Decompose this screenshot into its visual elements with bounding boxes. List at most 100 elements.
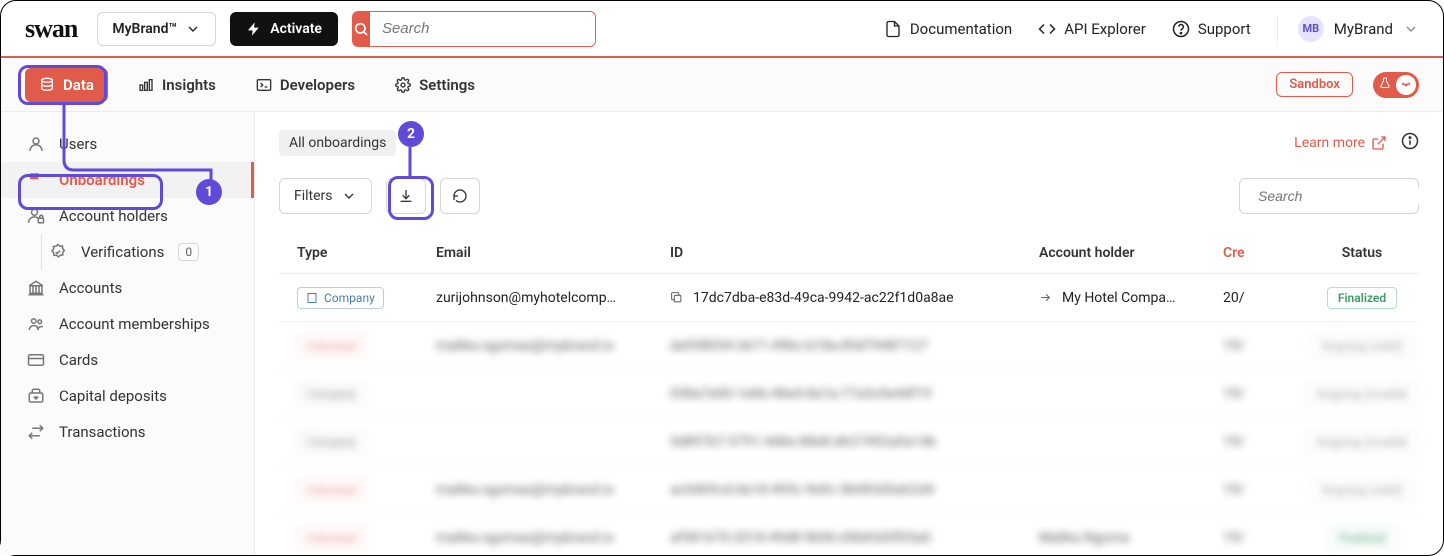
api-explorer-link[interactable]: API Explorer xyxy=(1032,20,1152,38)
tab-settings-label: Settings xyxy=(419,76,475,94)
bank-icon xyxy=(27,279,45,297)
chevron-down-icon xyxy=(1403,21,1419,37)
tab-insights-label: Insights xyxy=(162,76,216,94)
filters-button[interactable]: Filters xyxy=(279,178,372,214)
flask-icon xyxy=(1379,76,1391,93)
activate-button[interactable]: Activate xyxy=(230,12,338,46)
sandbox-label[interactable]: Sandbox xyxy=(1276,72,1353,97)
sandbox-toggle[interactable] xyxy=(1373,72,1419,98)
tab-settings[interactable]: Settings xyxy=(385,70,485,100)
tab-developers-label: Developers xyxy=(280,76,355,94)
sidebar-transactions-label: Transactions xyxy=(59,423,146,441)
status-pill: Finalized xyxy=(1327,287,1397,309)
id-value: 17dc7dba-e83d-49ca-9942-ac22f1d0a8ae xyxy=(693,290,954,306)
table-toolbar: Filters 15 xyxy=(279,178,1419,214)
activate-label: Activate xyxy=(270,21,322,37)
type-pill: Company xyxy=(297,287,384,309)
user-lock-icon xyxy=(27,207,45,225)
document-icon xyxy=(884,20,902,38)
brand-switcher[interactable]: MyBrand™ xyxy=(97,12,216,46)
gear-icon xyxy=(395,77,411,93)
top-header: swan MyBrand™ Activate Documentation API… xyxy=(1,1,1443,58)
table-row: Company 038a7e00-1e6b-48a4-8a7a-77a3c0e4… xyxy=(279,370,1419,418)
table-row: Company 5d897b7-5791-4d6e-88e8-d627492a0… xyxy=(279,418,1419,466)
sidebar-item-cards[interactable]: Cards xyxy=(1,342,254,378)
sidebar-item-accounts[interactable]: Accounts xyxy=(1,270,254,306)
users-icon xyxy=(27,315,45,333)
cell-id: 17dc7dba-e83d-49ca-9942-ac22f1d0a8ae xyxy=(670,290,1035,306)
verifications-count: 0 xyxy=(178,243,199,261)
tab-data-label: Data xyxy=(63,76,94,94)
header-divider xyxy=(1277,16,1278,42)
external-link-icon xyxy=(1371,135,1387,151)
main-content: All onboardings Learn more Filters xyxy=(255,112,1443,555)
sidebar-item-account-memberships[interactable]: Account memberships xyxy=(1,306,254,342)
sidebar-cards-label: Cards xyxy=(59,351,98,369)
table-search-input[interactable] xyxy=(1258,188,1440,204)
sidebar-verifications-label: Verifications xyxy=(81,243,164,261)
arrows-icon xyxy=(27,423,45,441)
type-pill: Individual xyxy=(297,335,366,357)
type-label: Company xyxy=(324,291,375,305)
table-row[interactable]: Company zurijohnson@myhotelcomp… 17dc7db… xyxy=(279,274,1419,322)
api-explorer-label: API Explorer xyxy=(1064,20,1146,38)
learn-more-link[interactable]: Learn more xyxy=(1294,135,1387,151)
onboardings-table: Type Email ID Account holder Cre Status … xyxy=(279,232,1419,555)
sidebar-users-label: Users xyxy=(59,135,97,153)
download-button[interactable] xyxy=(386,178,426,214)
badge-check-icon xyxy=(49,243,67,261)
page-title: All onboardings xyxy=(279,130,396,156)
documentation-label: Documentation xyxy=(910,20,1012,38)
sidebar-item-transactions[interactable]: Transactions xyxy=(1,414,254,450)
database-icon xyxy=(39,77,55,93)
global-search[interactable] xyxy=(352,11,596,47)
sidebar-item-capital-deposits[interactable]: Capital deposits xyxy=(1,378,254,414)
col-created[interactable]: Cre xyxy=(1223,245,1278,261)
user-name: MyBrand xyxy=(1334,20,1393,38)
refresh-button[interactable] xyxy=(440,178,480,214)
sidebar-accounts-label: Accounts xyxy=(59,279,122,297)
sidebar-item-verifications[interactable]: Verifications 0 xyxy=(1,234,254,270)
sidebar-item-onboardings[interactable]: Onboardings xyxy=(1,162,254,198)
documentation-link[interactable]: Documentation xyxy=(878,20,1018,38)
sidebar-capital-deposits-label: Capital deposits xyxy=(59,387,167,405)
user-menu[interactable]: MB MyBrand xyxy=(1298,16,1419,42)
cell-email: zurijohnson@myhotelcomp… xyxy=(436,290,666,306)
table-row: Individual malika.ngomas@mybrand.io da93… xyxy=(279,322,1419,370)
cell-created: 20/ xyxy=(1223,290,1278,306)
sidebar-item-account-holders[interactable]: Account holders xyxy=(1,198,254,234)
tab-data[interactable]: Data xyxy=(25,68,108,102)
tab-developers[interactable]: Developers xyxy=(246,70,365,100)
filters-label: Filters xyxy=(294,188,333,204)
copy-icon[interactable] xyxy=(670,291,683,304)
col-type[interactable]: Type xyxy=(297,245,432,261)
table-search[interactable]: 15 xyxy=(1239,178,1419,214)
download-icon xyxy=(398,188,414,204)
col-id[interactable]: ID xyxy=(670,245,1035,261)
support-link[interactable]: Support xyxy=(1166,20,1257,38)
col-account-holder[interactable]: Account holder xyxy=(1039,245,1219,261)
col-email[interactable]: Email xyxy=(436,245,666,261)
broadcast-icon xyxy=(1396,75,1416,95)
flag-icon xyxy=(27,171,45,189)
bolt-icon xyxy=(246,21,262,37)
table-row: Individual malika.ngomas@mybrand.io af58… xyxy=(279,514,1419,555)
chart-icon xyxy=(138,77,154,93)
table-row: Individual malika.ngomas@mybrand.io ac0d… xyxy=(279,466,1419,514)
refresh-icon xyxy=(452,188,468,204)
user-icon xyxy=(27,135,45,153)
global-search-input[interactable] xyxy=(370,12,595,46)
info-icon[interactable] xyxy=(1401,132,1419,154)
sidebar-memberships-label: Account memberships xyxy=(59,315,210,333)
swan-logo: swan xyxy=(25,14,77,44)
col-status[interactable]: Status xyxy=(1282,245,1442,261)
brand-label: MyBrand™ xyxy=(112,21,177,37)
code-icon xyxy=(1038,20,1056,38)
chevron-down-icon xyxy=(185,21,201,37)
avatar: MB xyxy=(1298,16,1324,42)
tab-insights[interactable]: Insights xyxy=(128,70,226,100)
table-header: Type Email ID Account holder Cre Status xyxy=(279,232,1419,274)
sidebar-item-users[interactable]: Users xyxy=(1,126,254,162)
secondary-nav: Data Insights Developers Settings Sandbo… xyxy=(1,58,1443,112)
chevron-down-icon xyxy=(341,188,357,204)
